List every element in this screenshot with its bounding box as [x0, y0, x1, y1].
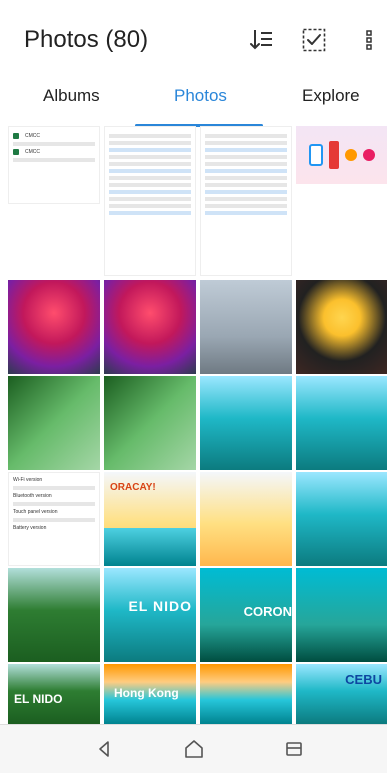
bottom-navigation	[0, 724, 387, 773]
photo-thumb[interactable]	[200, 376, 292, 470]
photo-thumb[interactable]	[296, 126, 387, 184]
photo-thumb[interactable]: CMCC CMCC	[8, 126, 100, 204]
photo-thumb[interactable]	[296, 376, 387, 470]
photo-thumb[interactable]: Hong Kong	[104, 664, 196, 724]
settings-row-2: Bluetooth version	[13, 493, 52, 499]
photo-thumb[interactable]	[296, 280, 387, 374]
photo-thumb[interactable]	[296, 472, 387, 566]
contacts-text-1: CMCC	[25, 133, 40, 139]
coron-label: CORON	[243, 604, 292, 619]
photo-thumb[interactable]	[104, 280, 196, 374]
photo-thumb[interactable]: EL NIDO	[8, 664, 100, 724]
photo-thumb[interactable]: ORACAY!	[104, 472, 196, 566]
photo-grid: CMCC CMCC Wi-Fi version Bluetooth versio…	[8, 126, 387, 724]
sort-icon[interactable]	[248, 26, 276, 54]
settings-row-1: Wi-Fi version	[13, 477, 43, 483]
settings-row-4: Battery version	[13, 525, 47, 531]
tab-explore[interactable]: Explore	[302, 86, 360, 106]
select-icon[interactable]	[300, 26, 328, 54]
beach-label: ORACAY!	[110, 482, 156, 493]
tab-photos[interactable]: Photos	[174, 86, 227, 106]
contacts-text-2: CMCC	[25, 149, 40, 155]
photo-thumb[interactable]: CEBU	[296, 664, 387, 724]
photo-thumb[interactable]: CORON	[200, 568, 292, 662]
photo-thumb[interactable]	[200, 664, 292, 724]
more-vert-icon[interactable]	[356, 26, 384, 54]
elnido-label: EL NIDO	[128, 598, 192, 614]
page-title: Photos (80)	[24, 26, 149, 53]
home-icon[interactable]	[182, 737, 206, 761]
photo-thumb[interactable]	[104, 126, 196, 276]
tab-bar: Albums Photos Explore	[0, 78, 387, 126]
settings-row-3: Touch panel version	[13, 509, 58, 515]
photo-thumb[interactable]	[104, 376, 196, 470]
cebu-label: CEBU	[345, 672, 382, 687]
photo-thumb[interactable]: EL NIDO	[104, 568, 196, 662]
back-icon[interactable]	[92, 737, 116, 761]
photo-thumb[interactable]	[8, 376, 100, 470]
photo-thumb[interactable]: Wi-Fi version Bluetooth version Touch pa…	[8, 472, 100, 566]
photo-thumb[interactable]	[200, 472, 292, 566]
photo-thumb[interactable]	[200, 126, 292, 276]
photo-thumb[interactable]	[200, 280, 292, 374]
recents-icon[interactable]	[282, 737, 306, 761]
photo-thumb[interactable]	[8, 568, 100, 662]
app-header: Photos (80)	[0, 0, 387, 76]
tab-albums[interactable]: Albums	[43, 86, 100, 106]
elnido-label-2: EL NIDO	[14, 692, 63, 706]
hongkong-label: Hong Kong	[114, 686, 179, 700]
photo-thumb[interactable]	[296, 568, 387, 662]
photo-thumb[interactable]	[8, 280, 100, 374]
